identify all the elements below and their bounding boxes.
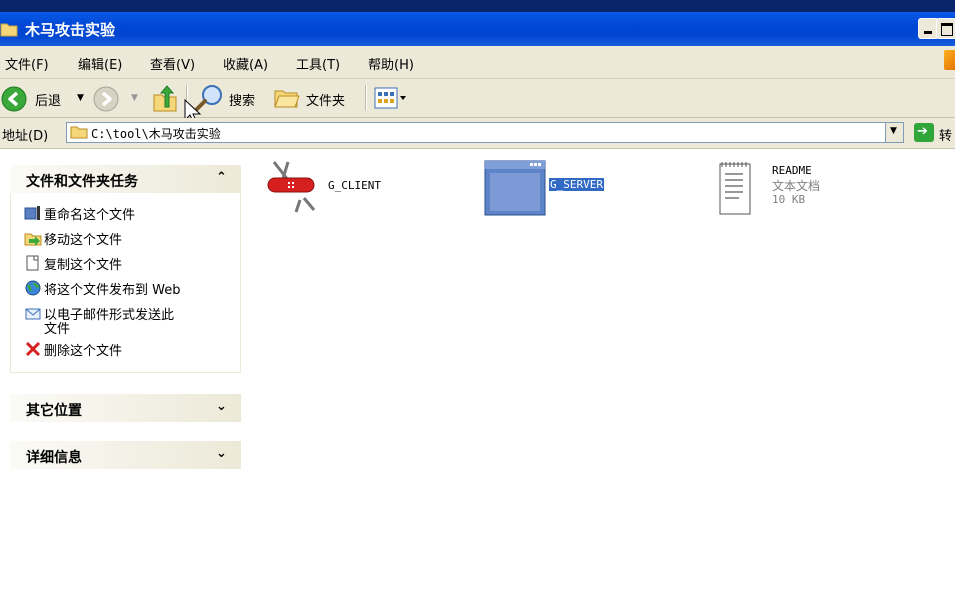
menu-bar: 文件(F) 编辑(E) 查看(V) 收藏(A) 工具(T) 帮助(H) [0,46,955,79]
expand-chevron-icon[interactable]: ⌄ [216,446,227,461]
folder-icon [70,126,88,139]
window-title: 木马攻击实验 [25,21,116,39]
file-item-g-server[interactable]: G_SERVER [484,158,664,216]
maximize-button[interactable] [936,18,955,39]
menu-edit[interactable]: 编辑(E) [78,54,122,73]
go-button-label[interactable]: 转 [939,125,952,144]
file-item-g-client[interactable]: G_CLIENT [264,158,464,214]
search-button-label[interactable]: 搜索 [229,90,255,109]
toolbar-separator [365,85,367,111]
file-name: G_SERVER [548,177,605,192]
title-bar[interactable]: 木马攻击实验 [0,12,955,46]
task-copy[interactable]: 复制这个文件 [44,254,122,273]
menu-view[interactable]: 查看(V) [150,54,195,73]
toolbar: 后退 ▼ ▼ 搜索 文件夹 [0,79,955,125]
file-tasks-header[interactable]: 文件和文件夹任务 ⌃ [10,165,241,193]
background-window-strip [0,0,955,12]
text-document-icon [719,162,751,215]
file-name: README [772,164,812,177]
back-dropdown-icon[interactable]: ▼ [77,93,84,103]
publish-web-icon [25,280,41,296]
task-move[interactable]: 移动这个文件 [44,229,122,248]
rename-icon [24,206,40,220]
windows-logo-icon [944,50,955,70]
menu-file[interactable]: 文件(F) [5,54,49,73]
file-item-readme[interactable]: README 文本文档 10 KB [714,158,874,216]
folders-button-label[interactable]: 文件夹 [306,90,345,109]
other-places-title: 其它位置 [26,403,82,419]
file-size: 10 KB [772,193,806,206]
address-input[interactable]: C:\tool\木马攻击实验 [66,122,904,143]
details-header[interactable]: 详细信息 ⌄ [10,441,241,469]
application-window-icon [484,160,546,216]
task-delete[interactable]: 删除这个文件 [44,340,122,359]
address-label: 地址(D) [2,129,49,144]
forward-dropdown-icon[interactable]: ▼ [131,93,138,103]
move-icon [24,233,42,246]
menu-help[interactable]: 帮助(H) [368,54,414,73]
file-name: G_CLIENT [328,179,381,192]
back-button-label[interactable]: 后退 [35,90,61,109]
up-folder-icon[interactable] [151,83,179,113]
expand-chevron-icon[interactable]: ⌄ [216,399,227,414]
delete-icon [25,341,41,357]
task-rename[interactable]: 重命名这个文件 [44,204,135,223]
file-tasks-title: 文件和文件夹任务 [26,174,138,190]
swiss-knife-icon [267,161,316,213]
back-arrow-icon[interactable] [1,86,27,112]
folder-icon [0,23,18,37]
address-value: C:\tool\木马攻击实验 [91,127,221,141]
file-type: 文本文档 [772,179,821,193]
forward-arrow-icon[interactable] [93,86,119,112]
folders-icon[interactable] [273,85,301,111]
menu-favorites[interactable]: 收藏(A) [223,54,268,73]
menu-tools[interactable]: 工具(T) [296,54,340,73]
address-dropdown-button[interactable] [885,122,904,143]
other-places-header[interactable]: 其它位置 ⌄ [10,394,241,422]
details-title: 详细信息 [26,450,82,466]
address-bar: 地址(D) C:\tool\木马攻击实验 转 [0,118,955,149]
collapse-chevron-icon[interactable]: ⌃ [216,170,227,185]
views-icon[interactable] [374,87,406,109]
task-publish-web[interactable]: 将这个文件发布到 Web [44,279,180,298]
copy-icon [26,255,39,271]
email-icon [25,308,41,320]
task-email-continued[interactable]: 文件 [44,318,70,337]
go-arrow-icon[interactable] [914,123,934,142]
